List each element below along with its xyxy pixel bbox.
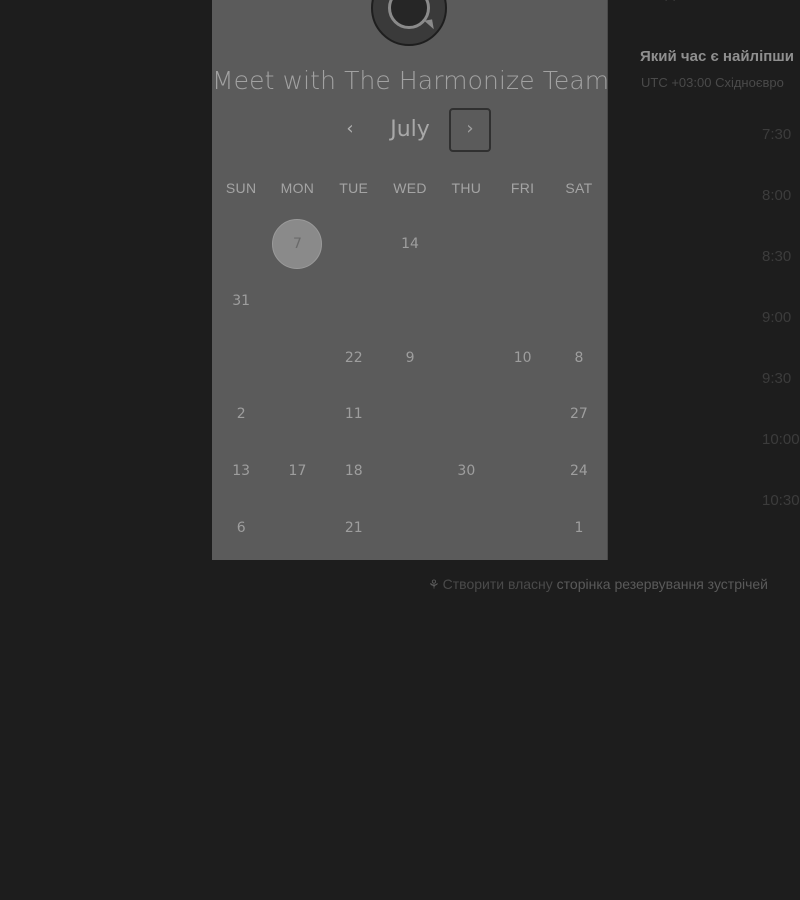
booking-page: ••• Meet with The Harmonize Team ‹ July … [0, 0, 800, 900]
calendar-day-label: 8 [574, 349, 584, 366]
time-slot[interactable]: 8:30 [762, 248, 791, 265]
calendar-day-selected[interactable]: 7 [269, 216, 325, 273]
time-slot[interactable]: 9:00 [762, 309, 791, 326]
footer: ⚘ Створити власну сторінка резервування з… [428, 576, 768, 593]
timezone-selector[interactable]: UTC +03:00 Східноєвро [641, 75, 784, 90]
weekday-wed: WED [393, 180, 427, 196]
calendar-day-label: 18 [344, 463, 363, 480]
calendar-day-label: 17 [288, 463, 307, 480]
footer-link[interactable]: сторінка резервування зустрічей [557, 576, 768, 592]
calendar-empty-cell [382, 499, 438, 556]
chat-bubble-logo-icon: ••• [371, 0, 447, 46]
calendar-empty-cell [494, 386, 550, 443]
calendar-empty-cell [438, 216, 494, 273]
weekday-sat: SAT [565, 180, 593, 196]
calendar-empty-cell [494, 273, 550, 330]
calendar-empty-cell [494, 443, 550, 500]
calendar-empty-cell [269, 273, 325, 330]
calendar-day[interactable]: 17 [269, 443, 325, 500]
weekday-thu: THU [451, 180, 482, 196]
calendar-day[interactable]: 9 [382, 329, 438, 386]
calendar-day[interactable]: 11 [326, 386, 382, 443]
cropped-text: · · [664, 0, 676, 7]
calendar-day-label: 7 [272, 219, 323, 270]
time-slot[interactable]: 10:00 [762, 431, 800, 448]
weekday-sun: SUN [225, 180, 257, 196]
calendar-panel: ••• Meet with The Harmonize Team ‹ July … [212, 0, 610, 560]
calendar-day-label: 27 [570, 406, 588, 423]
time-selection-panel: · · Який час є найліпши UTC +03:00 Східн… [640, 0, 800, 540]
calendar-day-label: 9 [405, 349, 415, 366]
calendar-empty-cell [213, 329, 269, 386]
calendar-day[interactable]: 24 [551, 443, 607, 500]
bubble-tail [424, 19, 434, 31]
calendar-day-label: 24 [570, 463, 588, 480]
weekday-header: SUN MON TUE WED THU FRI SAT [213, 180, 607, 196]
page-title: Meet with The Harmonize Team [212, 66, 610, 95]
time-slot[interactable]: 7:30 [762, 126, 791, 143]
calendar-day[interactable]: 6 [213, 499, 269, 556]
calendar-empty-cell [213, 216, 269, 273]
calendar-day-label: 22 [344, 349, 363, 366]
calendar-empty-cell [494, 499, 550, 556]
calendar-day-label: 11 [344, 406, 363, 423]
calendar-empty-cell [269, 386, 325, 443]
time-slot[interactable]: 9:30 [762, 370, 791, 387]
calendar-day[interactable]: 8 [551, 329, 607, 386]
calendar-day[interactable]: 30 [438, 443, 494, 500]
calendar-day-label: 6 [236, 519, 246, 536]
calendar-day-label: 10 [513, 349, 532, 366]
calendar-day[interactable]: 18 [326, 443, 382, 500]
time-slot[interactable]: 10:30 [762, 492, 800, 509]
calendar-day-label: 1 [574, 519, 584, 536]
month-label: July [390, 117, 430, 142]
prev-month-button[interactable]: ‹ [336, 116, 364, 144]
calendar-day[interactable]: 31 [213, 273, 269, 330]
calendar-empty-cell [438, 386, 494, 443]
calendar-empty-cell [326, 216, 382, 273]
calendar-empty-cell [382, 273, 438, 330]
calendar-empty-cell [269, 499, 325, 556]
footer-text: Створити власну [442, 576, 553, 592]
month-navigation: ‹ July › [212, 108, 607, 152]
time-slot[interactable]: 8:00 [762, 187, 791, 204]
sprocket-icon: ⚘ [428, 578, 440, 593]
calendar-day[interactable]: 2 [213, 386, 269, 443]
calendar-day[interactable]: 21 [326, 499, 382, 556]
next-month-button[interactable]: › [449, 108, 491, 152]
calendar-empty-cell [438, 499, 494, 556]
weekday-tue: TUE [339, 180, 369, 196]
calendar-day[interactable]: 14 [382, 216, 438, 273]
calendar-day-label: 14 [401, 236, 419, 253]
calendar-empty-cell [269, 329, 325, 386]
calendar-empty-cell [382, 386, 438, 443]
calendar-empty-cell [551, 216, 607, 273]
calendar-day[interactable]: 13 [213, 443, 269, 500]
calendar-day[interactable]: 22 [326, 329, 382, 386]
calendar-day[interactable]: 10 [494, 329, 550, 386]
time-question-heading: Який час є найліпши [640, 48, 795, 65]
weekday-mon: MON [280, 180, 315, 196]
calendar-empty-cell [494, 216, 550, 273]
calendar-empty-cell [382, 443, 438, 500]
calendar-empty-cell [326, 273, 382, 330]
calendar-empty-cell [438, 329, 494, 386]
calendar-day-label: 2 [236, 406, 246, 423]
calendar-empty-cell [551, 273, 607, 330]
calendar-day-label: 30 [457, 463, 476, 480]
calendar-day-label: 21 [344, 519, 363, 536]
weekday-fri: FRI [510, 180, 535, 196]
calendar-day-label: 31 [232, 293, 251, 310]
calendar-day[interactable]: 1 [551, 499, 607, 556]
calendar-grid: 7 14 31 22 9 10 8 2 11 27 13 17 18 30 24 6 21 1 [213, 216, 607, 556]
calendar-day-label: 13 [232, 463, 251, 480]
calendar-day[interactable]: 27 [551, 386, 607, 443]
ellipsis-icon: ••• [373, 0, 445, 5]
calendar-empty-cell [438, 273, 494, 330]
